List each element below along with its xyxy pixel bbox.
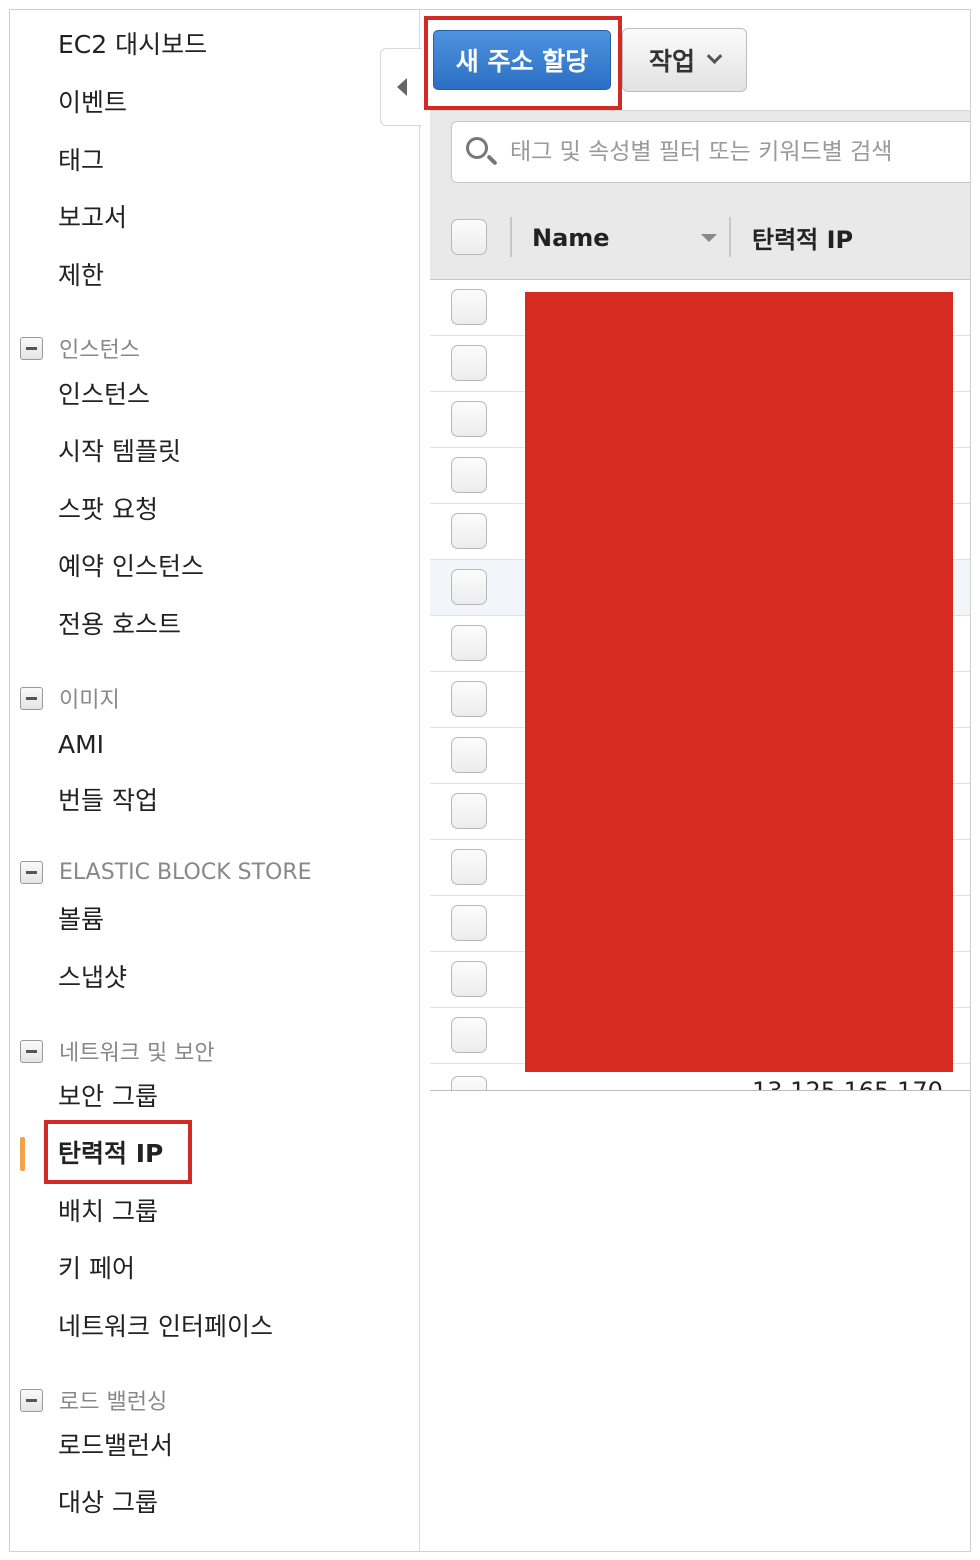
row-checkbox[interactable]: [451, 1076, 487, 1090]
app-frame: EC2 대시보드 이벤트 태그 보고서 제한 인스턴스 인스턴스 시작 템플릿 …: [9, 9, 971, 1552]
sidebar-collapse-toggle[interactable]: [380, 48, 422, 126]
sidebar-item-elastic-ips[interactable]: 탄력적 IP: [58, 1137, 163, 1171]
section-label: 로드 밸런싱: [59, 1390, 168, 1415]
allocate-new-address-button[interactable]: 새 주소 할당: [433, 30, 611, 90]
sidebar-item-volumes[interactable]: 볼륨: [58, 903, 104, 937]
row-checkbox[interactable]: [451, 961, 487, 997]
row-checkbox[interactable]: [451, 849, 487, 885]
sidebar-item-key-pairs[interactable]: 키 페어: [58, 1252, 135, 1286]
sidebar-item-launch-templates[interactable]: 시작 템플릿: [58, 435, 181, 469]
column-divider: [729, 217, 731, 257]
search-input[interactable]: [510, 139, 970, 165]
sidebar-item-reserved-instances[interactable]: 예약 인스턴스: [58, 550, 204, 584]
sidebar-section-instances[interactable]: 인스턴스: [20, 332, 140, 364]
row-checkbox[interactable]: [451, 905, 487, 941]
sidebar-item-snapshots[interactable]: 스냅샷: [58, 961, 127, 995]
row-checkbox[interactable]: [451, 681, 487, 717]
row-checkbox[interactable]: [451, 345, 487, 381]
sidebar-item-spot-requests[interactable]: 스팟 요청: [58, 493, 158, 527]
section-label: 네트워크 및 보안: [59, 1041, 215, 1066]
redaction-block: [525, 292, 953, 1072]
sidebar-item-target-groups[interactable]: 대상 그룹: [58, 1486, 158, 1520]
row-checkbox[interactable]: [451, 289, 487, 325]
actions-dropdown-button[interactable]: 작업: [622, 28, 747, 92]
sidebar-section-network-security[interactable]: 네트워크 및 보안: [20, 1035, 215, 1067]
sidebar-item-ami[interactable]: AMI: [58, 728, 104, 762]
column-header-name[interactable]: Name: [532, 195, 610, 280]
select-all-checkbox[interactable]: [451, 219, 487, 255]
sidebar-item-network-interfaces[interactable]: 네트워크 인터페이스: [58, 1310, 273, 1344]
sidebar-item-ec2-dashboard[interactable]: EC2 대시보드: [58, 28, 207, 62]
sidebar-section-load-balancing[interactable]: 로드 밸런싱: [20, 1384, 167, 1416]
collapse-icon[interactable]: [20, 686, 43, 710]
sidebar-item-dedicated-hosts[interactable]: 전용 호스트: [58, 608, 181, 642]
collapse-icon[interactable]: [20, 1039, 43, 1063]
collapse-icon[interactable]: [20, 861, 43, 884]
sidebar-item-limits[interactable]: 제한: [58, 259, 104, 293]
table-row-partial[interactable]: 13.125.165.170: [430, 1073, 970, 1091]
row-checkbox[interactable]: [451, 625, 487, 661]
search-box[interactable]: [451, 121, 970, 183]
collapse-icon[interactable]: [20, 336, 43, 360]
row-checkbox[interactable]: [451, 1017, 487, 1053]
sidebar-item-instances[interactable]: 인스턴스: [58, 378, 150, 412]
sidebar-item-reports[interactable]: 보고서: [58, 201, 127, 235]
column-divider: [510, 217, 512, 257]
sidebar-item-placement-groups[interactable]: 배치 그룹: [58, 1195, 158, 1229]
row-checkbox[interactable]: [451, 513, 487, 549]
section-label: ELASTIC BLOCK STORE: [59, 860, 312, 885]
row-checkbox[interactable]: [451, 737, 487, 773]
sidebar-item-tags[interactable]: 태그: [58, 144, 104, 178]
row-checkbox[interactable]: [451, 569, 487, 605]
section-label: 인스턴스: [59, 338, 140, 363]
sidebar-item-bundle-tasks[interactable]: 번들 작업: [58, 784, 158, 818]
sidebar-section-images[interactable]: 이미지: [20, 682, 120, 714]
collapse-icon[interactable]: [20, 1388, 43, 1412]
table-header: Name 탄력적 IP: [430, 195, 970, 280]
active-indicator: [20, 1137, 25, 1171]
sidebar-item-load-balancers[interactable]: 로드밸런서: [58, 1429, 173, 1463]
section-label: 이미지: [59, 688, 120, 713]
row-checkbox[interactable]: [451, 401, 487, 437]
sidebar-item-events[interactable]: 이벤트: [58, 86, 127, 120]
sidebar-item-security-groups[interactable]: 보안 그룹: [58, 1080, 158, 1114]
chevron-left-icon: [396, 78, 407, 96]
sort-down-icon[interactable]: [701, 234, 717, 242]
search-icon: [464, 135, 498, 169]
column-header-elastic-ip[interactable]: 탄력적 IP: [752, 195, 853, 280]
chevron-down-icon: [706, 47, 723, 64]
elastic-ip-value: 13.125.165.170: [752, 1077, 943, 1091]
row-checkbox[interactable]: [451, 457, 487, 493]
row-checkbox[interactable]: [451, 793, 487, 829]
actions-label: 작업: [648, 47, 695, 76]
sidebar-section-ebs[interactable]: ELASTIC BLOCK STORE: [20, 860, 312, 885]
sidebar: EC2 대시보드 이벤트 태그 보고서 제한 인스턴스 인스턴스 시작 템플릿 …: [10, 10, 420, 1551]
